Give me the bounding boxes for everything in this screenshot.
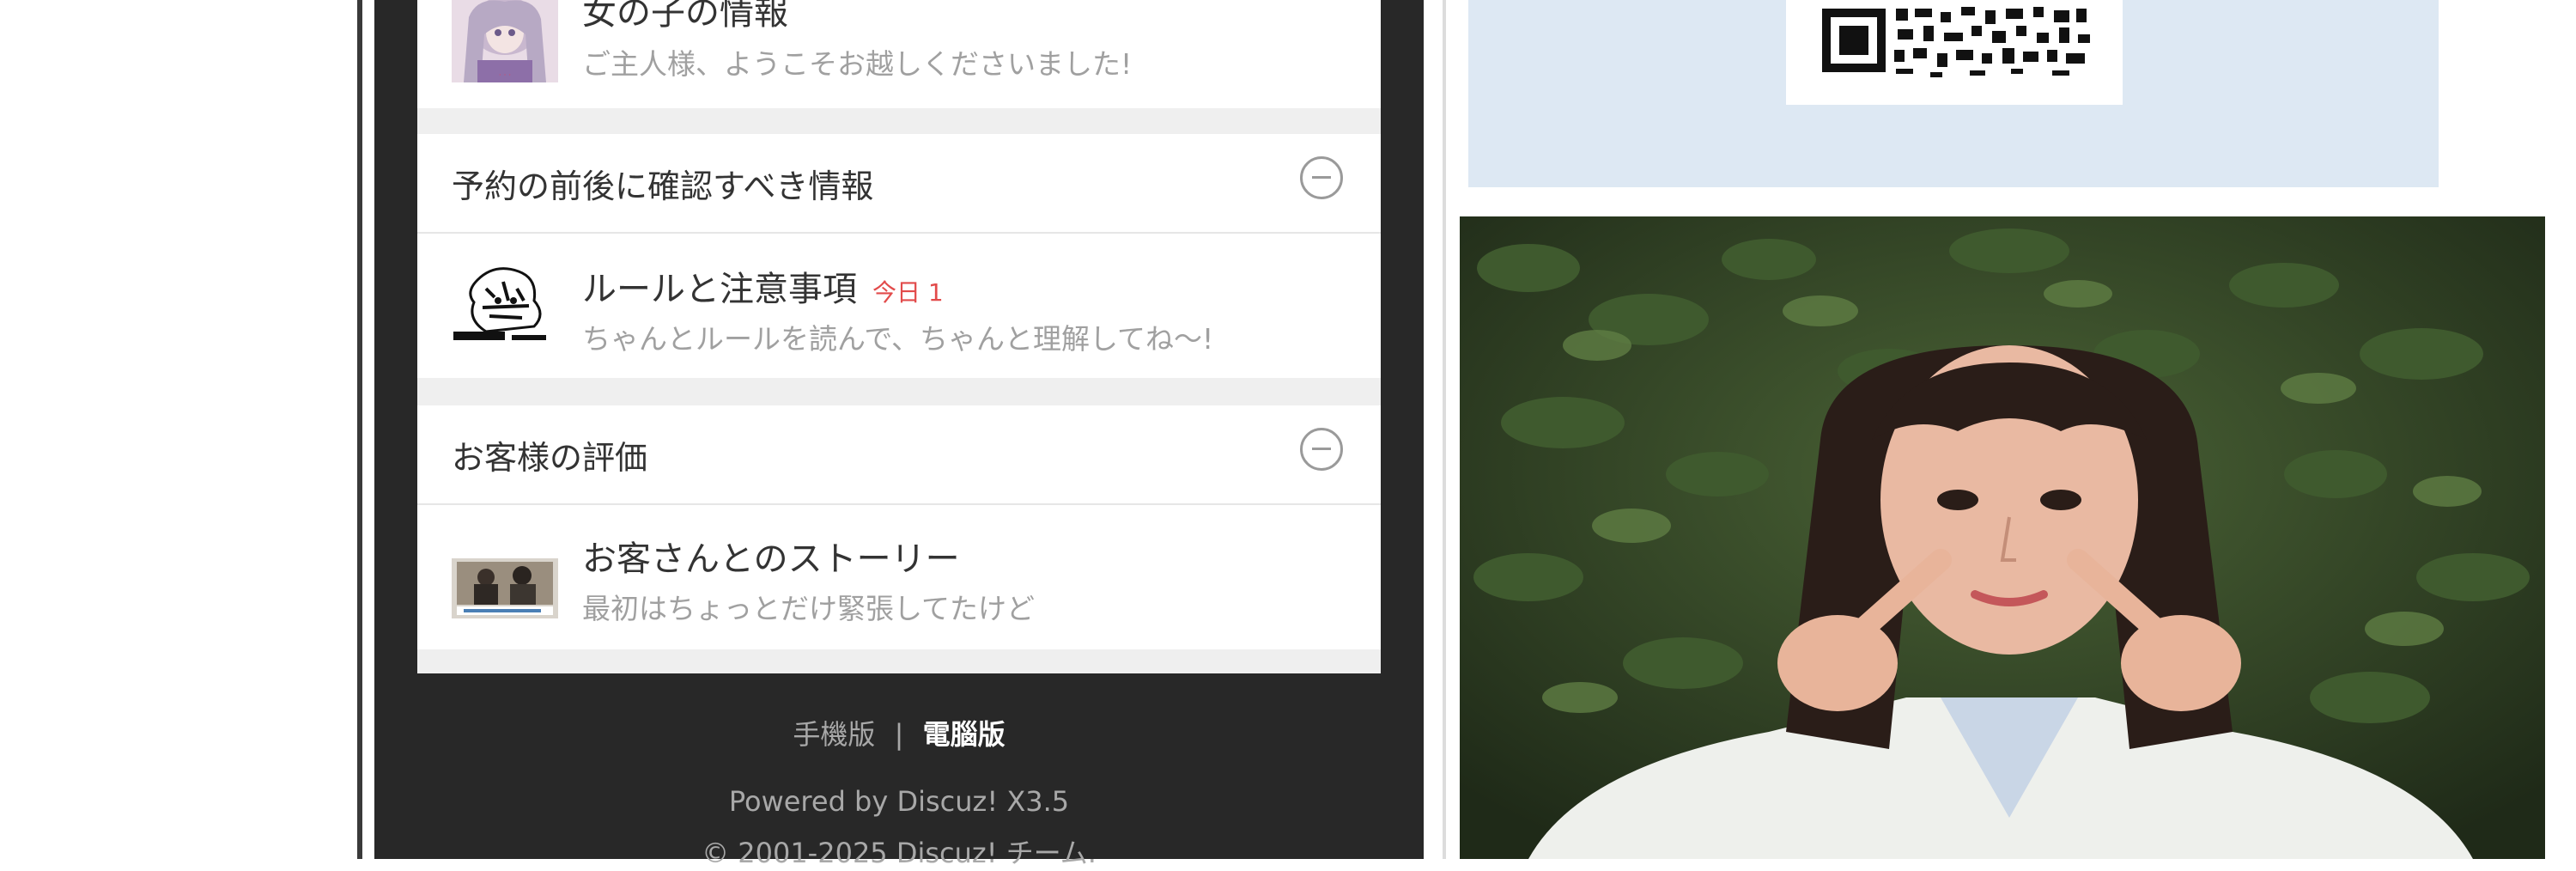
qr-code	[1786, 0, 2123, 105]
forum-item-description: ちゃんとルールを読んで、ちゃんと理解してね〜!	[582, 322, 1214, 356]
device-frame-edge	[357, 0, 362, 859]
forum-footer: 手機版 | 電腦版 Powered by Discuz! X3.5 © 2001…	[417, 673, 1381, 869]
column-divider	[1443, 0, 1446, 859]
forum-item-girls-info[interactable]: · · · 女の子の情報 ご主人様、ようこそお越しくださいました!	[417, 0, 1381, 108]
forum-item-title-text[interactable]: ルールと注意事項	[582, 270, 857, 309]
forum-thumbnail	[452, 263, 558, 345]
forum-item-title[interactable]: ルールと注意事項 今日 1	[582, 261, 944, 311]
version-switch: 手機版 | 電腦版	[417, 713, 1381, 752]
svg-text:· · ·: · · ·	[499, 71, 511, 80]
forum-thumbnail	[452, 546, 558, 618]
copyright: © 2001-2025 Discuz! チーム.	[702, 837, 1097, 869]
separator: |	[894, 718, 904, 751]
desktop-version-link[interactable]: 電腦版	[923, 718, 1005, 751]
section-header-reservation-info: 予約の前後に確認すべき情報	[417, 134, 1381, 234]
forum-item-title[interactable]: お客さんとのストーリー	[582, 531, 960, 581]
collapse-icon[interactable]	[1300, 156, 1343, 199]
mobile-version-link[interactable]: 手機版	[793, 718, 875, 751]
forum-thumbnail: · · ·	[452, 0, 558, 82]
forum-item-description: ご主人様、ようこそお越しくださいました!	[582, 47, 1133, 81]
section-title: お客様の評価	[452, 439, 648, 477]
forum-item-title[interactable]: 女の子の情報	[582, 0, 788, 34]
section-title: 予約の前後に確認すべき情報	[452, 168, 874, 205]
forum-item-rules[interactable]: ルールと注意事項 今日 1 ちゃんとルールを読んで、ちゃんと理解してね〜!	[417, 234, 1381, 378]
collapse-icon[interactable]	[1300, 428, 1343, 471]
profile-photo	[1460, 216, 2545, 859]
section-header-customer-reviews: お客様の評価	[417, 405, 1381, 505]
powered-by: Powered by Discuz! X3.5	[728, 785, 1070, 818]
today-post-badge: 今日 1	[872, 278, 944, 307]
forum-screen: · · · 女の子の情報 ご主人様、ようこそお越しくださいました! 予約の前後に…	[417, 0, 1381, 673]
forum-item-description: 最初はちょっとだけ緊張してたけど	[582, 592, 1036, 625]
forum-item-customer-stories[interactable]: お客さんとのストーリー 最初はちょっとだけ緊張してたけど	[417, 505, 1381, 649]
